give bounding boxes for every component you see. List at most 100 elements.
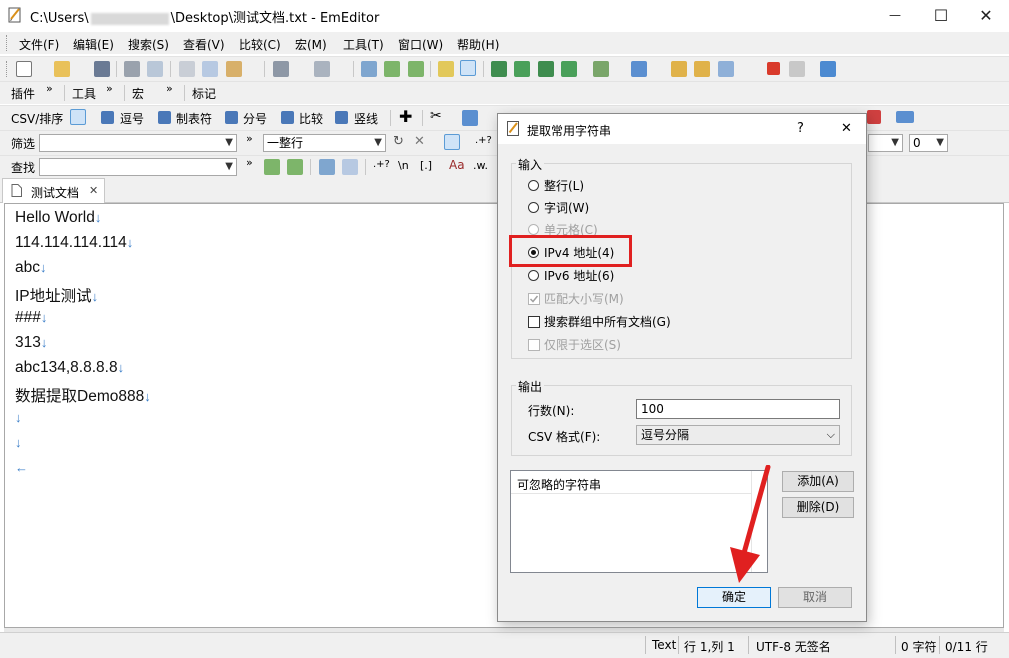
menu-help[interactable]: 帮助(H) [457,36,499,53]
document-icon[interactable] [593,61,609,77]
dialog-help-button[interactable]: ? [797,121,804,136]
menu-compare[interactable]: 比较(C) [239,36,281,53]
pipe-button[interactable]: 竖线 [354,110,378,127]
bookmarks-icon[interactable] [694,61,710,77]
label-ipv6[interactable]: IPv6 地址(6) [544,267,614,284]
whole-word-toggle[interactable]: .w. [473,159,488,172]
paste-icon[interactable] [226,61,242,77]
filter-left-select[interactable]: ▼ [868,134,903,152]
window-icon[interactable] [514,61,530,77]
find-next-icon[interactable] [264,159,280,175]
bookmark-icon[interactable] [671,61,687,77]
find-all-icon[interactable] [319,159,335,175]
print-icon[interactable] [124,61,140,77]
columns-icon[interactable] [462,110,478,126]
filter-more[interactable]: » [246,132,253,145]
cut-icon[interactable] [179,61,195,77]
semicolon-button[interactable]: 分号 [243,110,267,127]
menu-window[interactable]: 窗口(W) [398,36,443,53]
customize-icon[interactable] [820,61,836,77]
radio-word[interactable] [528,202,539,213]
minimize-button[interactable]: — [872,0,918,30]
label-search-group[interactable]: 搜索群组中所有文档(G) [544,313,671,330]
bracket-toggle[interactable]: [.] [420,159,432,172]
status-encoding[interactable]: UTF-8 无签名 [756,638,831,655]
find-copy-icon[interactable] [342,159,358,175]
filter-search-icon[interactable] [444,134,460,150]
menu-search[interactable]: 搜索(S) [128,36,169,53]
tile-icon[interactable] [538,61,554,77]
menu-macro[interactable]: 宏(M) [295,36,327,53]
record-macro-icon[interactable] [767,62,780,75]
find-next-icon[interactable] [384,61,400,77]
clear-filter-icon[interactable]: ✕ [414,134,425,149]
undo-icon[interactable] [273,61,289,77]
radio-whole-line[interactable] [528,180,539,191]
rows-input[interactable]: 100 [636,399,840,419]
maximize-button[interactable]: ☐ [918,0,964,30]
properties-icon[interactable] [718,61,734,77]
checkbox-search-group[interactable] [528,316,540,328]
csv-sort-label[interactable]: CSV/排序 [11,110,63,127]
filter-mode-select[interactable]: 一整行 ▼ [263,134,386,152]
refresh-icon[interactable]: ↻ [393,134,404,149]
new-file-icon[interactable] [16,61,32,77]
menu-view[interactable]: 查看(V) [183,36,225,53]
copy-icon[interactable] [202,61,218,77]
tools-cross-icon[interactable]: ✂ [430,108,442,124]
find-icon[interactable] [361,61,377,77]
open-folder-icon[interactable] [54,61,70,77]
tab-char-button[interactable]: 制表符 [176,110,212,127]
tools-more[interactable]: » [106,82,113,95]
play-macro-icon[interactable] [789,61,805,77]
status-position[interactable]: 行 1,列 1 [684,638,735,655]
delete-button[interactable]: 删除(D) [782,497,854,518]
tools-label[interactable]: 工具 [72,85,96,102]
filter-input[interactable]: ▼ [39,134,237,152]
tab-document[interactable]: 测试文档 ✕ [2,178,105,203]
number-sort-icon[interactable] [867,110,881,124]
find-more[interactable]: » [246,156,253,169]
tab-close-icon[interactable]: ✕ [89,184,98,197]
add-button[interactable]: 添加(A) [782,471,854,492]
newline-toggle[interactable]: \n [398,159,409,172]
redo-icon[interactable] [314,61,330,77]
comma-button[interactable]: 逗号 [120,110,144,127]
find-prev-icon[interactable] [287,159,303,175]
menu-edit[interactable]: 编辑(E) [73,36,114,53]
menu-file[interactable]: 文件(F) [19,36,59,53]
dialog-close-button[interactable]: ✕ [841,121,852,136]
add-column-icon[interactable]: ✚ [399,107,412,126]
save-icon[interactable] [94,61,110,77]
match-case-toggle[interactable]: Aa [449,158,465,172]
label-whole-line[interactable]: 整行(L) [544,177,584,194]
layout-icon[interactable] [896,111,914,123]
filter-regex-icon[interactable]: .+? [475,135,492,146]
filter-number-select[interactable]: 0 ▼ [909,134,948,152]
mark-label[interactable]: 标记 [192,85,216,102]
split-window-icon[interactable] [491,61,507,77]
label-word[interactable]: 字词(W) [544,199,589,216]
semicolon-grid-icon [225,111,238,124]
cancel-button[interactable]: 取消 [778,587,852,608]
filter-icon[interactable] [460,60,476,76]
macro-more[interactable]: » [166,82,173,95]
compare-button[interactable]: 比较 [299,110,323,127]
find-input[interactable]: ▼ [39,158,237,176]
print-preview-icon[interactable] [147,61,163,77]
macro-label[interactable]: 宏 [132,85,144,102]
menu-tools[interactable]: 工具(T) [343,36,384,53]
ok-button[interactable]: 确定 [697,587,771,608]
cascade-icon[interactable] [561,61,577,77]
plugins-more[interactable]: » [46,82,53,95]
status-mode[interactable]: Text [652,638,676,652]
find-prev-icon[interactable] [408,61,424,77]
radio-ipv6[interactable] [528,270,539,281]
regex-toggle[interactable]: .+? [373,159,390,170]
csv-grid-icon[interactable] [70,109,86,125]
highlight-icon[interactable] [438,61,454,77]
csv-format-select[interactable]: 逗号分隔 ⌵ [636,425,840,445]
close-window-button[interactable]: ✕ [963,0,1009,30]
plugins-label[interactable]: 插件 [11,85,35,102]
globe-icon[interactable] [631,61,647,77]
